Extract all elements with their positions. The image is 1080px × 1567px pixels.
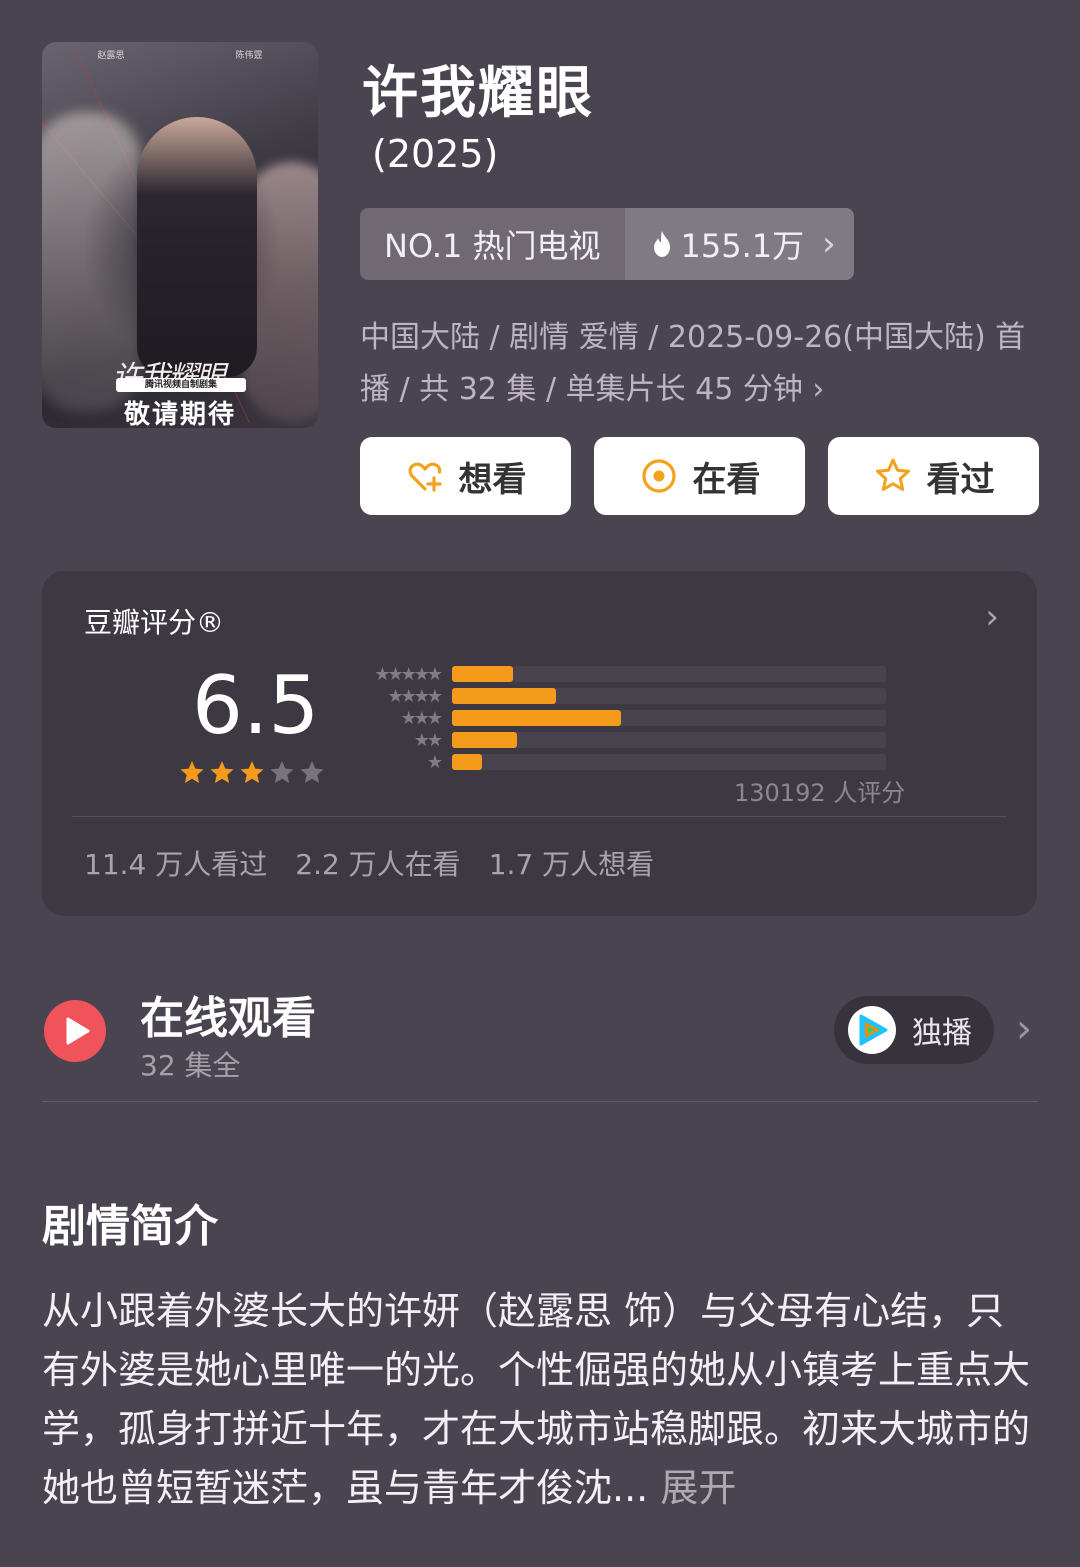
rating-card[interactable]: 豆瓣评分® › 6.5 ★★★★★ ★★★★ ★★★ ★★ ★ 130192 人评分 1…	[42, 571, 1037, 916]
watched-label: 看过	[926, 459, 995, 500]
rank-label: NO.1 热门电视	[360, 208, 625, 280]
heat-number: 155.1万	[680, 227, 805, 265]
meta-text: 中国大陆 / 剧情 爱情 / 2025-09-26(中国大陆) 首播 / 共 3…	[360, 320, 1026, 407]
want-label: 想看	[458, 459, 527, 500]
online-watch-title[interactable]: 在线观看	[140, 982, 316, 1046]
meta-info[interactable]: 中国大陆 / 剧情 爱情 / 2025-09-26(中国大陆) 首播 / 共 3…	[360, 312, 1040, 416]
exclusive-platform-button[interactable]: 独播	[834, 996, 994, 1064]
star-filled-icon	[210, 761, 234, 783]
poster-figure	[137, 117, 257, 377]
rating-score: 6.5	[192, 659, 320, 752]
watching-button[interactable]: 在看	[594, 437, 805, 515]
action-bar: 想看 在看 看过	[360, 437, 1039, 515]
watched-count[interactable]: 11.4 万人看过	[84, 843, 267, 883]
rating-distribution: ★★★★★ ★★★★ ★★★ ★★ ★	[352, 663, 886, 773]
rank-pill[interactable]: NO.1 热门电视 155.1万 ›	[360, 208, 854, 280]
distribution-row: ★★★★★	[352, 663, 886, 685]
synopsis-text: 从小跟着外婆长大的许妍（赵露思 饰）与父母有心结，只有外婆是她心里唯一的光。个性…	[42, 1282, 1042, 1518]
poster-cast-left: 赵露思	[97, 51, 125, 61]
distribution-stars-label: ★★	[413, 729, 443, 751]
exclusive-label: 独播	[912, 1016, 972, 1051]
star-empty-icon	[270, 761, 294, 783]
page-title: 许我耀眼	[362, 61, 594, 126]
play-icon[interactable]	[44, 1000, 106, 1062]
distribution-row: ★★	[352, 729, 886, 751]
distribution-stars-label: ★★★★★	[374, 663, 443, 685]
distribution-bar	[452, 732, 518, 748]
distribution-track	[452, 688, 886, 704]
watching-count[interactable]: 2.2 万人在看	[295, 843, 460, 883]
chevron-right-icon[interactable]: ›	[985, 597, 999, 637]
distribution-bar	[452, 666, 513, 682]
star-filled-icon	[240, 761, 264, 783]
synopsis-title: 剧情简介	[42, 1201, 218, 1252]
poster-cast-right: 陈伟霆	[235, 51, 263, 61]
heat-value[interactable]: 155.1万 ›	[624, 208, 854, 280]
expand-link[interactable]: 展开	[660, 1466, 736, 1510]
distribution-track	[452, 732, 886, 748]
synopsis-body: 从小跟着外婆长大的许妍（赵露思 饰）与父母有心结，只有外婆是她心里唯一的光。个性…	[42, 1289, 1031, 1510]
poster-image[interactable]: 赵露思 陈伟霆 许我耀眼 腾讯视频自制剧集 敬请期待	[42, 42, 318, 428]
divider	[42, 1101, 1038, 1102]
want-count[interactable]: 1.7 万人想看	[489, 843, 654, 883]
distribution-track	[452, 754, 886, 770]
rating-stars	[178, 759, 326, 787]
divider	[72, 816, 1007, 817]
distribution-stars-label: ★★★	[400, 707, 443, 729]
want-button[interactable]: 想看	[360, 437, 571, 515]
watched-button[interactable]: 看过	[828, 437, 1039, 515]
rating-count: 130192 人评分	[734, 779, 906, 807]
poster-cast: 赵露思 陈伟霆	[42, 48, 318, 61]
distribution-track	[452, 710, 886, 726]
star-filled-icon	[180, 761, 204, 783]
poster-coming-soon: 敬请期待	[123, 400, 236, 428]
watching-label: 在看	[692, 459, 761, 500]
flame-icon	[653, 231, 670, 257]
audience-counts: 11.4 万人看过 2.2 万人在看 1.7 万人想看	[84, 843, 654, 883]
tencent-video-icon	[848, 1006, 896, 1054]
distribution-bar	[452, 688, 557, 704]
distribution-row: ★★★	[352, 707, 886, 729]
distribution-track	[452, 666, 886, 682]
poster-badge: 腾讯视频自制剧集	[116, 378, 246, 392]
star-outline-icon	[875, 458, 910, 491]
target-icon	[641, 459, 676, 493]
distribution-bar	[452, 754, 483, 770]
rating-header: 豆瓣评分®	[84, 606, 225, 639]
chevron-right-icon: ›	[822, 224, 836, 264]
distribution-row: ★	[352, 751, 886, 773]
chevron-right-icon[interactable]: ›	[1016, 1006, 1032, 1052]
heart-plus-icon	[408, 462, 442, 492]
distribution-stars-label: ★	[426, 751, 443, 773]
distribution-bar	[452, 710, 622, 726]
release-year: (2025)	[372, 132, 499, 176]
distribution-stars-label: ★★★★	[387, 685, 443, 707]
episode-count: 32 集全	[140, 1049, 241, 1082]
star-empty-icon	[300, 761, 324, 783]
distribution-row: ★★★★	[352, 685, 886, 707]
chevron-right-icon: ›	[812, 372, 825, 407]
